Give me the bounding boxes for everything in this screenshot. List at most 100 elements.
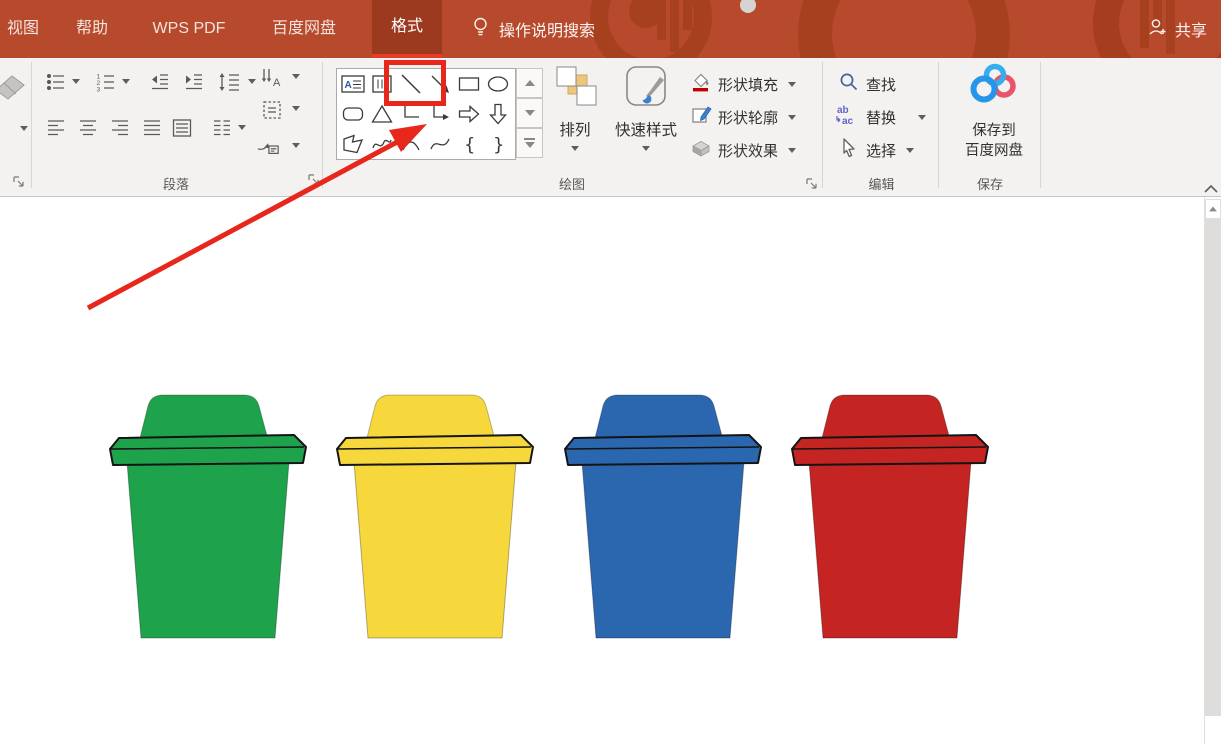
save-group-label: 保存 — [940, 174, 1040, 194]
shapes-gallery-scroll — [516, 68, 544, 160]
tab-view[interactable]: 视图 — [0, 0, 46, 58]
shape-curve[interactable] — [426, 130, 454, 158]
shape-outline-button[interactable]: 形状轮廓 — [690, 103, 796, 131]
paragraph-dialog-launcher[interactable] — [306, 172, 321, 187]
shape-scribble[interactable] — [368, 130, 396, 158]
align-text-dropdown[interactable] — [292, 106, 300, 111]
select-button[interactable]: 选择 — [838, 136, 914, 164]
save-button-line2: 百度网盘 — [965, 141, 1023, 161]
font-dialog-launcher[interactable] — [11, 174, 26, 189]
find-button[interactable]: 查找 — [838, 70, 896, 98]
lightbulb-icon — [472, 16, 489, 43]
shape-text-box[interactable]: A — [339, 70, 367, 98]
title-bar: 视图 帮助 WPS PDF 百度网盘 格式 操作说明搜索 共享 — [0, 0, 1221, 58]
bullets-button[interactable] — [44, 70, 68, 94]
quick-styles-button[interactable]: 快速样式 — [602, 64, 690, 151]
shape-fill-icon — [690, 71, 712, 98]
shapes-scroll-up-button[interactable] — [516, 68, 543, 98]
arrange-label: 排列 — [559, 118, 590, 140]
shapes-scroll-down-button[interactable] — [516, 98, 543, 128]
quick-styles-icon — [620, 64, 672, 115]
shapes-more-button[interactable] — [516, 128, 543, 158]
replace-icon: ab ac — [834, 103, 860, 132]
red-bin[interactable] — [787, 390, 993, 642]
shape-right-arrow[interactable] — [455, 100, 483, 128]
shape-triangle[interactable] — [368, 100, 396, 128]
shape-outline-icon — [690, 104, 712, 131]
shape-left-brace[interactable]: { — [455, 130, 483, 158]
shape-arrow[interactable] — [426, 70, 454, 98]
yellow-bin[interactable] — [332, 390, 538, 642]
numbering-dropdown[interactable] — [122, 79, 130, 84]
shape-rectangle[interactable] — [455, 70, 483, 98]
svg-text:}: } — [493, 135, 504, 156]
shape-outline-label: 形状轮廓 — [718, 107, 778, 128]
drawing-dialog-launcher[interactable] — [804, 176, 819, 191]
shape-effects-label: 形状效果 — [718, 140, 778, 161]
shape-fill-button[interactable]: 形状填充 — [690, 70, 796, 98]
convert-smartart-button[interactable] — [256, 134, 280, 158]
shape-arc[interactable] — [397, 130, 425, 158]
left-partial-dropdown[interactable] — [20, 126, 28, 131]
svg-text:A: A — [344, 80, 351, 91]
paragraph-group-label: 段落 — [30, 174, 322, 194]
arrange-button[interactable]: 排列 — [548, 64, 602, 151]
eraser-icon[interactable] — [0, 70, 28, 100]
blue-bin[interactable] — [560, 390, 766, 642]
svg-text:{: { — [464, 135, 475, 156]
replace-button[interactable]: ab ac 替换 — [834, 103, 926, 131]
shape-fill-label: 形状填充 — [718, 74, 778, 95]
distribute-button[interactable] — [170, 116, 194, 140]
tell-me-label: 操作说明搜索 — [499, 17, 595, 41]
shape-line[interactable] — [397, 70, 425, 98]
align-left-button[interactable] — [44, 116, 68, 140]
shape-elbow-connector[interactable] — [397, 100, 425, 128]
columns-dropdown[interactable] — [238, 125, 246, 130]
share-button[interactable]: 共享 — [1148, 0, 1207, 58]
justify-button[interactable] — [140, 116, 164, 140]
drawing-group-label: 绘图 — [322, 174, 822, 194]
scrollbar-up-button[interactable] — [1205, 199, 1221, 219]
shape-elbow-arrow-connector[interactable] — [426, 100, 454, 128]
columns-button[interactable] — [210, 116, 234, 140]
tell-me-search[interactable]: 操作说明搜索 — [472, 0, 595, 58]
line-spacing-button[interactable] — [218, 70, 242, 94]
collapse-ribbon-chevron[interactable] — [1203, 182, 1219, 194]
decrease-indent-button[interactable] — [148, 70, 172, 94]
text-direction-button[interactable]: A — [260, 66, 284, 90]
numbering-button[interactable]: 123 — [94, 70, 118, 94]
ribbon: 123 A 段落 A {} 排列 — [0, 58, 1221, 197]
scrollbar-thumb[interactable] — [1205, 219, 1221, 716]
increase-indent-button[interactable] — [182, 70, 206, 94]
vertical-scrollbar — [1204, 197, 1221, 744]
shape-rounded-rectangle[interactable] — [339, 100, 367, 128]
shape-down-arrow[interactable] — [484, 100, 512, 128]
save-to-baidu-netdisk-button[interactable]: 保存到 百度网盘 — [946, 62, 1042, 161]
line-spacing-dropdown[interactable] — [248, 79, 256, 84]
align-center-button[interactable] — [76, 116, 100, 140]
select-label: 选择 — [866, 140, 896, 161]
green-bin[interactable] — [105, 390, 311, 642]
select-cursor-icon — [838, 137, 860, 164]
tab-wps-pdf[interactable]: WPS PDF — [133, 0, 245, 58]
replace-label: 替换 — [866, 107, 896, 128]
shape-right-brace[interactable]: } — [484, 130, 512, 158]
align-text-button[interactable] — [260, 98, 284, 122]
baidu-netdisk-cloud-icon — [968, 62, 1020, 117]
shape-effects-button[interactable]: 形状效果 — [690, 136, 796, 164]
arrange-icon — [552, 64, 598, 115]
find-icon — [838, 71, 860, 98]
svg-text:3: 3 — [97, 87, 101, 94]
convert-smartart-dropdown[interactable] — [292, 143, 300, 148]
shape-vertical-text-box[interactable] — [368, 70, 396, 98]
shape-effects-icon — [690, 137, 712, 164]
shape-freeform[interactable] — [339, 130, 367, 158]
align-right-button[interactable] — [108, 116, 132, 140]
bullets-dropdown[interactable] — [72, 79, 80, 84]
text-direction-dropdown[interactable] — [292, 74, 300, 79]
shape-oval[interactable] — [484, 70, 512, 98]
find-label: 查找 — [866, 74, 896, 95]
tab-help[interactable]: 帮助 — [60, 0, 124, 58]
tab-format[interactable]: 格式 — [372, 0, 442, 58]
tab-baidu-netdisk[interactable]: 百度网盘 — [250, 0, 358, 58]
